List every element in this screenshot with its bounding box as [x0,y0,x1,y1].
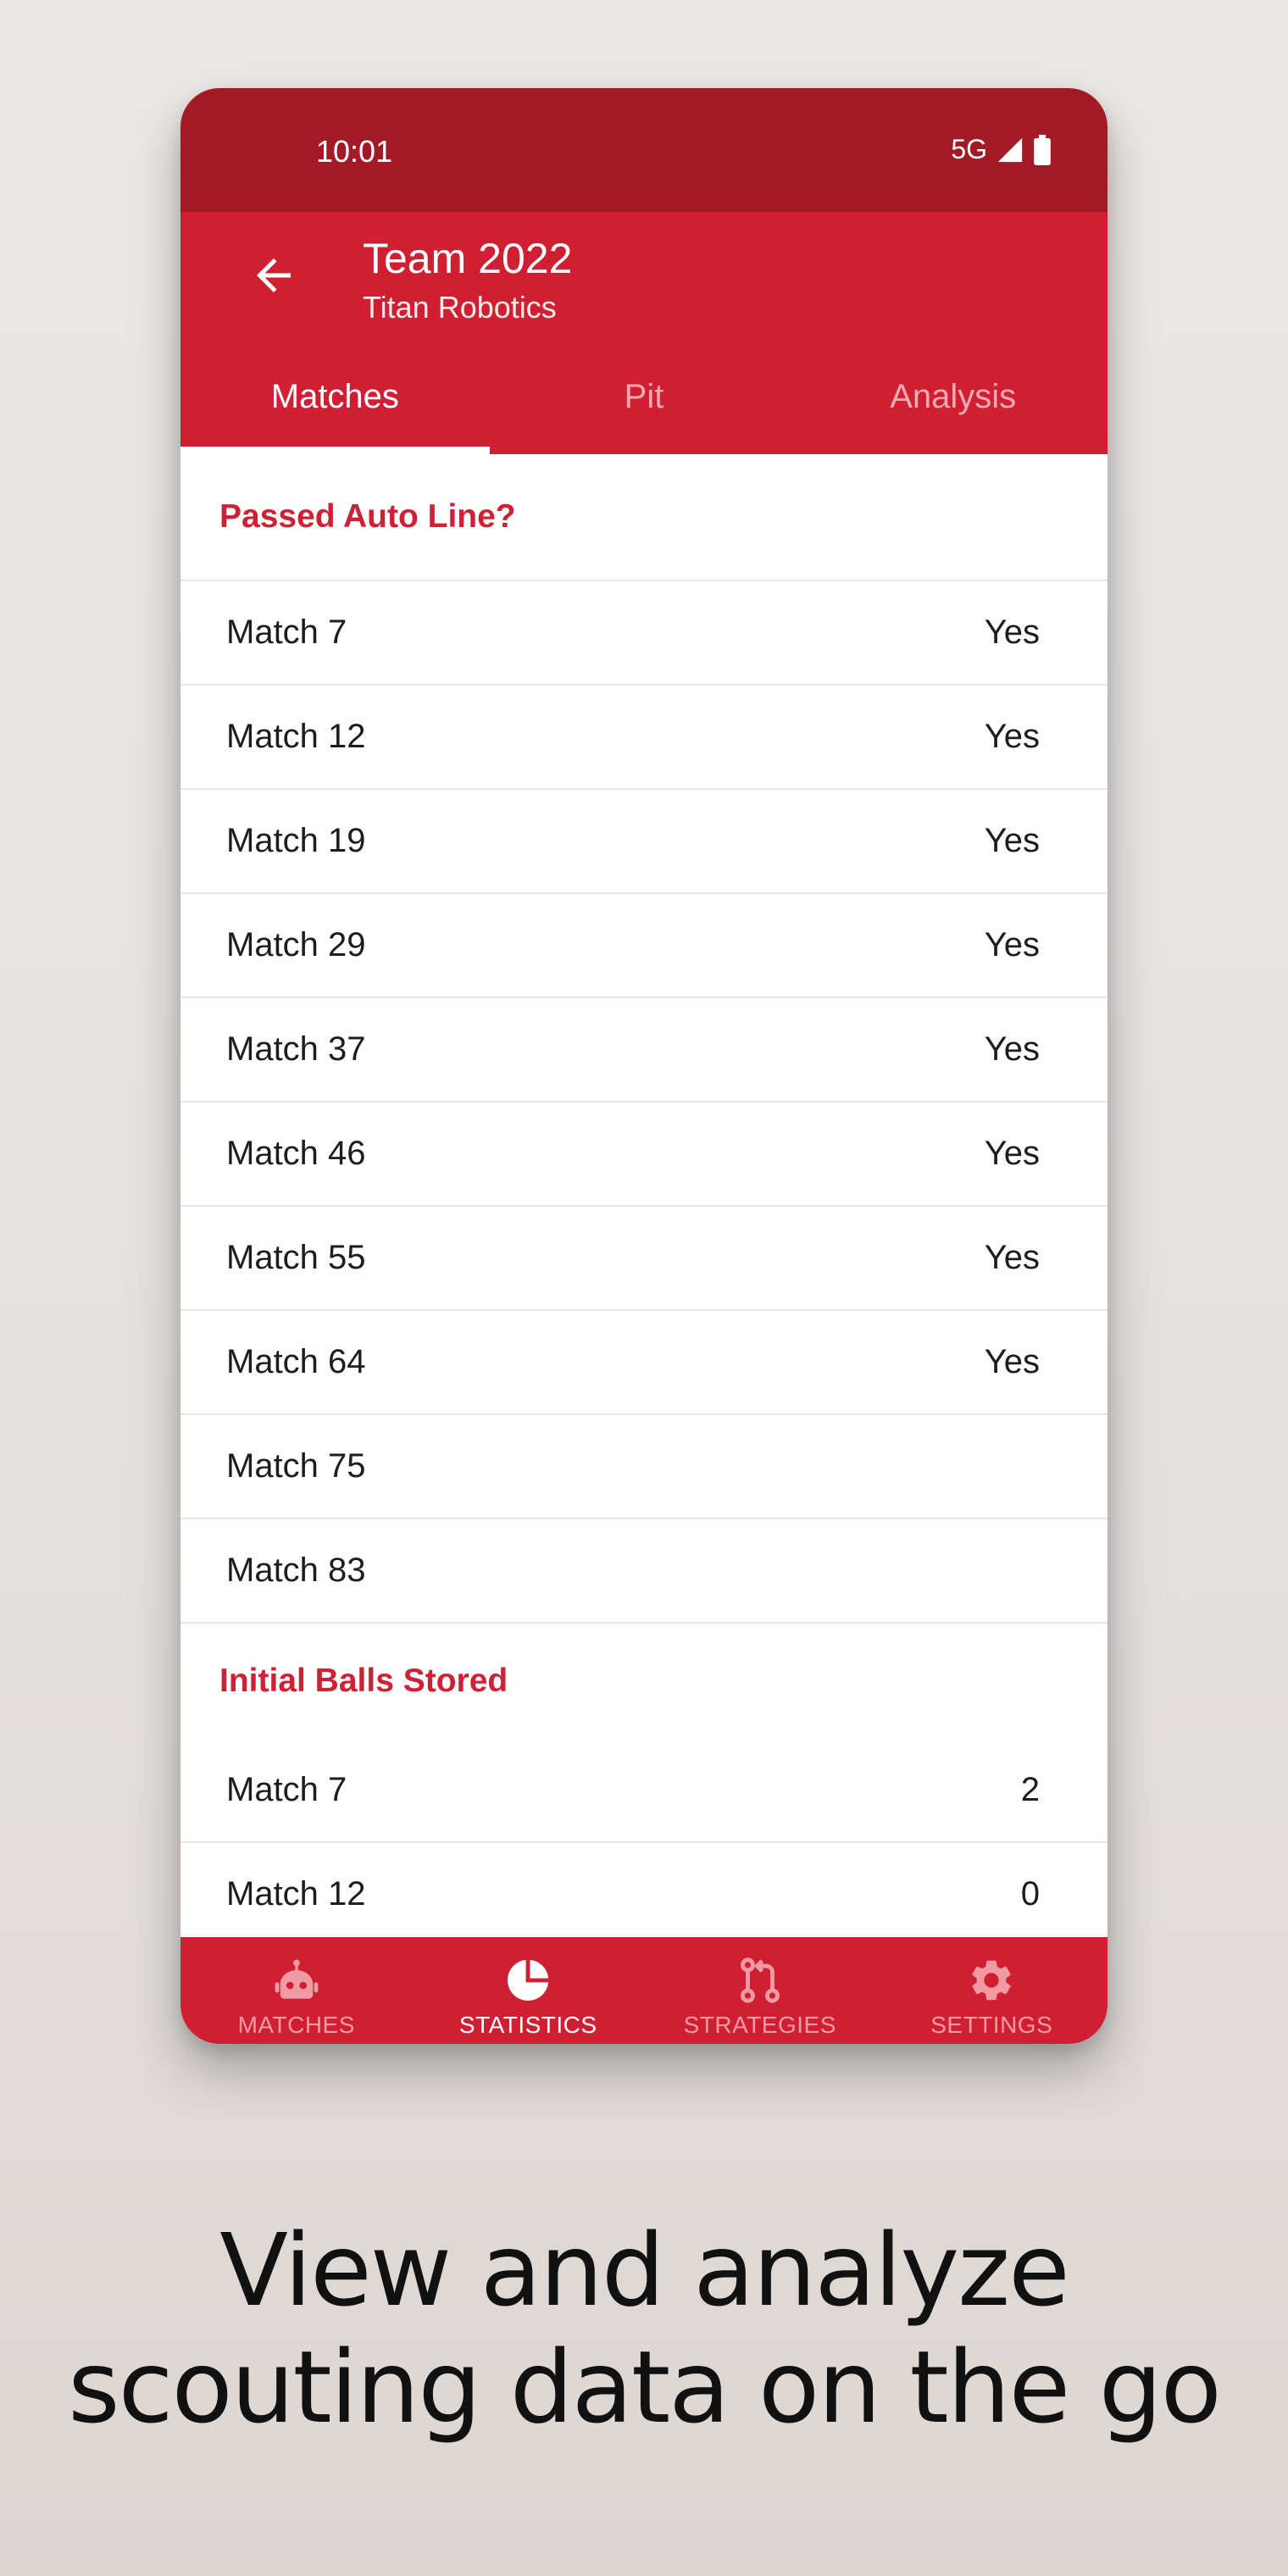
nav-strategies[interactable]: STRATEGIES [644,1937,876,2044]
row-label: Match 12 [226,718,366,755]
nav-settings[interactable]: SETTINGS [876,1937,1108,2044]
nav-label: STATISTICS [458,2012,597,2038]
row-label: Match 55 [226,1239,366,1276]
back-arrow-icon[interactable] [248,250,299,301]
status-time: 10:01 [316,134,393,169]
row-value: Yes [984,822,1040,859]
bottom-navigation: MATCHES STATISTICS STRATEGIES SETTINGS [180,1937,1108,2044]
row-label: Match 7 [226,1771,347,1808]
row-label: Match 83 [226,1552,366,1589]
app-bar: Team 2022 Titan Robotics [180,212,1108,339]
network-label: 5G [951,134,987,164]
row-value: Yes [984,718,1040,755]
caption-line: View and analyze [219,2212,1070,2329]
status-indicators: 5G [951,134,1052,165]
battery-icon [1034,134,1051,165]
row-value: Yes [984,926,1040,963]
list-item[interactable]: Match 75 [180,1415,1108,1519]
robot-icon [275,1959,319,1999]
tab-pit[interactable]: Pit [490,339,799,454]
row-label: Match 19 [226,822,366,859]
row-label: Match 37 [226,1030,366,1068]
phone-screen: 10:01 5G Team 2022 Titan Robotics Matche… [180,88,1108,2044]
status-bar: 10:01 5G [180,88,1108,212]
gear-icon [972,1960,1011,2001]
list-item[interactable]: Match 55 Yes [180,1207,1108,1311]
list-item[interactable]: Match 7 2 [180,1739,1108,1843]
section-title: Initial Balls Stored [219,1663,508,1699]
list-item[interactable]: Match 46 Yes [180,1102,1108,1207]
tab-bar: Matches Pit Analysis [180,339,1108,454]
nav-matches[interactable]: MATCHES [180,1937,413,2044]
list-item[interactable]: Match 29 Yes [180,894,1108,998]
nav-label: MATCHES [237,2012,355,2038]
row-value: Yes [984,1343,1040,1380]
section-title: Passed Auto Line? [180,454,1108,581]
nav-label: SETTINGS [930,2012,1053,2038]
list-item[interactable]: Match 12 0 [180,1843,1108,1947]
row-value: 0 [1020,1875,1040,1913]
list-item[interactable]: Match 7 Yes [180,581,1108,686]
signal-icon [997,137,1023,162]
page-title: Team 2022 [363,235,573,282]
tab-matches[interactable]: Matches [180,339,490,454]
list-item[interactable]: Match 64 Yes [180,1311,1108,1415]
row-value: Yes [984,1030,1040,1068]
row-label: Match 64 [226,1343,366,1380]
row-value: Yes [984,1239,1040,1276]
row-value: 2 [1020,1771,1040,1808]
caption-line: scouting data on the go [68,2329,1222,2446]
list-item[interactable]: Match 83 [180,1519,1108,1624]
list-item[interactable]: Match 19 Yes [180,790,1108,894]
pull-request-icon [740,1957,780,2003]
row-value: Yes [984,1135,1040,1172]
tab-analysis[interactable]: Analysis [798,339,1108,454]
page-subtitle: Titan Robotics [363,290,557,325]
promo-caption: View and analyze scouting data on the go [0,2212,1288,2446]
row-label: Match 29 [226,926,366,963]
row-value: Yes [984,613,1040,651]
row-label: Match 75 [226,1447,366,1485]
list-item[interactable]: Match 12 Yes [180,686,1108,790]
nav-statistics[interactable]: STATISTICS [413,1937,645,2044]
row-label: Match 12 [226,1875,366,1913]
nav-label: STRATEGIES [683,2012,836,2038]
pie-chart-icon [508,1959,549,2001]
list-item[interactable]: Match 37 Yes [180,998,1108,1102]
row-label: Match 46 [226,1135,366,1172]
statistics-list[interactable]: Passed Auto Line? Match 7 Yes Match 12 Yes… [180,454,1108,2025]
row-label: Match 7 [226,613,347,651]
